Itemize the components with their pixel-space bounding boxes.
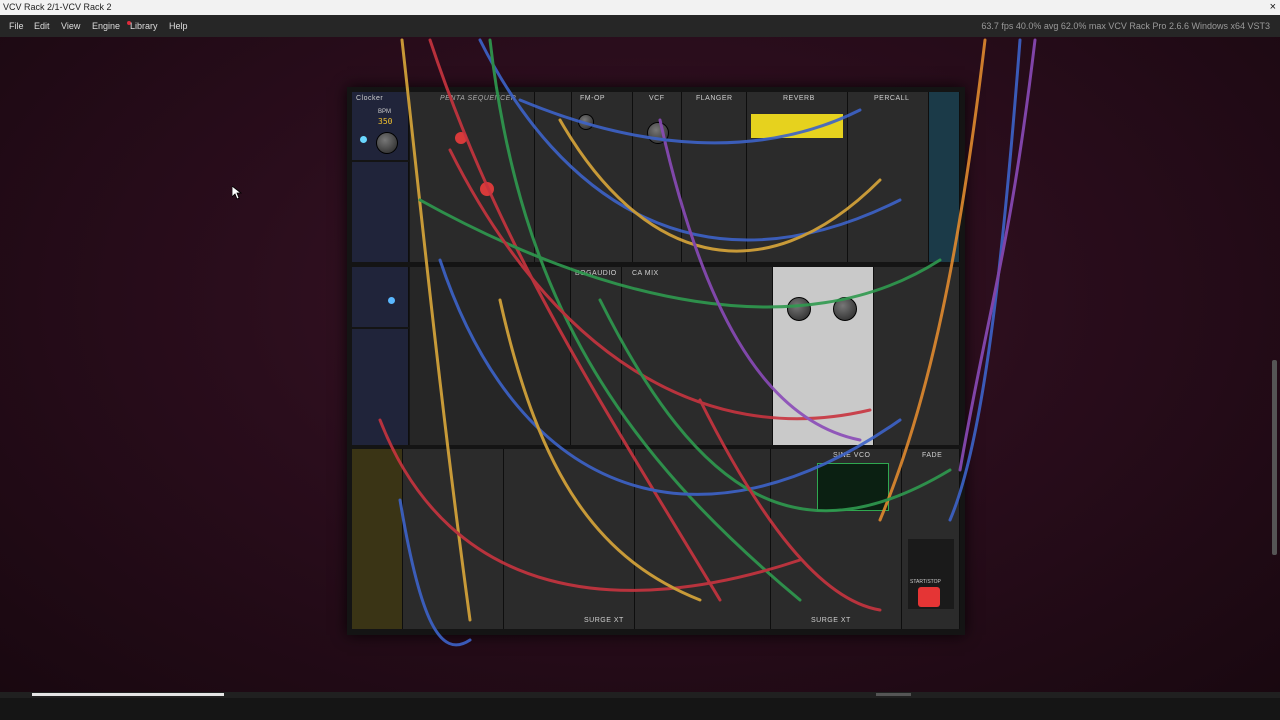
- horizontal-scroll-thumb[interactable]: [32, 693, 224, 696]
- cable[interactable]: [488, 38, 802, 602]
- cable[interactable]: [398, 498, 472, 647]
- cable[interactable]: [658, 118, 862, 442]
- cable[interactable]: [400, 38, 472, 622]
- cable[interactable]: [948, 38, 1022, 522]
- cable[interactable]: [558, 118, 882, 253]
- cable[interactable]: [378, 418, 802, 592]
- cable[interactable]: [428, 38, 722, 602]
- horizontal-scroll-indicator: [876, 693, 911, 696]
- cable[interactable]: [438, 258, 902, 496]
- cable[interactable]: [958, 38, 1037, 472]
- cable[interactable]: [478, 38, 902, 242]
- cable[interactable]: [878, 38, 987, 522]
- cable[interactable]: [598, 298, 952, 513]
- vertical-scroll-thumb[interactable]: [1272, 360, 1277, 555]
- cable[interactable]: [448, 148, 872, 421]
- patch-cables: [378, 38, 1037, 647]
- mouse-pointer-icon: [232, 186, 242, 200]
